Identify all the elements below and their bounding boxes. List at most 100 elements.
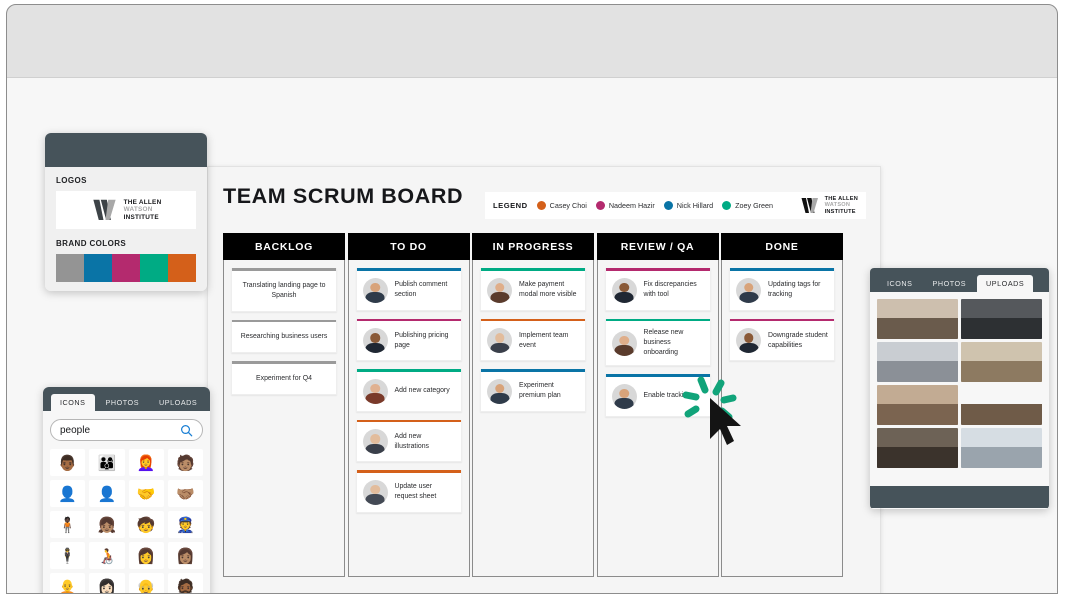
panel-title-bar[interactable] bbox=[45, 133, 207, 167]
icon-result[interactable]: 🧑‍🦽 bbox=[89, 542, 125, 569]
avatar bbox=[487, 277, 512, 303]
column-body[interactable]: Publish comment section Publishing pricin… bbox=[347, 260, 470, 577]
color-swatch[interactable] bbox=[84, 254, 112, 282]
task-card[interactable]: Update user request sheet bbox=[355, 470, 462, 513]
avatar bbox=[362, 429, 388, 455]
task-card[interactable]: Implement team event bbox=[480, 318, 586, 362]
avatar bbox=[611, 330, 637, 356]
icon-result[interactable]: 🧑🏽 bbox=[167, 449, 203, 476]
task-card[interactable]: Add new illustrations bbox=[355, 419, 462, 463]
icon-result[interactable]: 👤 bbox=[50, 480, 86, 507]
avatar bbox=[487, 378, 512, 404]
task-card[interactable]: Researching business users bbox=[231, 319, 337, 354]
icon-result[interactable]: 👧🏽 bbox=[89, 511, 125, 538]
avatar bbox=[362, 277, 388, 303]
column-header: DONE bbox=[721, 233, 843, 260]
legend-entry: Nick Hillard bbox=[663, 201, 713, 210]
upload-thumbnail[interactable] bbox=[961, 385, 1042, 425]
logo-asset-card[interactable]: THE ALLEN WATSON INSTITUTE bbox=[56, 191, 196, 229]
search-input-value: people bbox=[60, 424, 91, 436]
color-swatch[interactable] bbox=[56, 254, 84, 282]
panel-footer bbox=[870, 486, 1049, 508]
tab-uploads[interactable]: UPLOADS bbox=[150, 394, 206, 411]
icon-result[interactable]: 👨🏾 bbox=[50, 449, 86, 476]
icon-result[interactable]: 🧔🏾 bbox=[167, 573, 203, 593]
card-title: Experiment for Q4 bbox=[256, 374, 312, 382]
color-swatch[interactable] bbox=[140, 254, 168, 282]
card-title: Update user request sheet bbox=[394, 483, 437, 501]
search-input[interactable]: people bbox=[50, 419, 203, 441]
icon-result[interactable]: 🤝🏽 bbox=[167, 480, 203, 507]
icon-result[interactable]: 🧑‍🦲 bbox=[50, 573, 86, 593]
card-title: Implement team event bbox=[519, 331, 569, 349]
icon-result[interactable]: 🧒 bbox=[128, 511, 164, 538]
logo-line-3: INSTITUTE bbox=[824, 208, 856, 215]
tab-icons[interactable]: ICONS bbox=[51, 394, 95, 411]
upload-thumbnail[interactable] bbox=[877, 299, 958, 339]
icon-result[interactable]: 👤 bbox=[89, 480, 125, 507]
icon-result[interactable]: 🤝 bbox=[128, 480, 164, 507]
column-body[interactable]: Make payment modal more visible Implement… bbox=[472, 260, 594, 577]
upload-thumbnail[interactable] bbox=[877, 385, 958, 425]
task-card[interactable]: Fix discrepancies with tool bbox=[604, 268, 711, 311]
brand-colors-heading: BRAND COLORS bbox=[56, 239, 127, 248]
card-title: Translating landing page to Spanish bbox=[242, 281, 326, 299]
task-card[interactable]: Translating landing page to Spanish bbox=[231, 268, 337, 312]
icons-panel-tabs: ICONS PHOTOS UPLOADS bbox=[43, 387, 210, 411]
icon-result[interactable]: 🧍🏿 bbox=[50, 511, 86, 538]
legend-color-dot bbox=[595, 201, 605, 210]
column-body[interactable]: Translating landing page to Spanish Resea… bbox=[223, 260, 345, 577]
tab-icons[interactable]: ICONS bbox=[878, 275, 922, 292]
task-card[interactable]: Publishing pricing page bbox=[355, 318, 462, 362]
card-title: Publishing pricing page bbox=[394, 331, 449, 349]
logo-line-1: THE ALLEN bbox=[824, 195, 858, 202]
task-card[interactable]: Experiment for Q4 bbox=[231, 361, 337, 395]
tab-photos[interactable]: PHOTOS bbox=[924, 275, 976, 292]
card-title: Publish comment section bbox=[394, 281, 448, 299]
legend-color-dot bbox=[722, 201, 732, 210]
icon-result[interactable]: 👩‍🦰 bbox=[128, 449, 164, 476]
mouse-cursor bbox=[710, 398, 741, 445]
task-card[interactable]: Experiment premium plan bbox=[480, 369, 586, 412]
task-card[interactable]: Make payment modal more visible bbox=[480, 268, 586, 311]
page-title: TEAM SCRUM BOARD bbox=[223, 184, 464, 208]
logos-heading: LOGOS bbox=[56, 176, 87, 185]
scrum-board-panel: TEAM SCRUM BOARD LEGEND Casey Choi Nadeem… bbox=[207, 166, 881, 593]
card-title: Make payment modal more visible bbox=[519, 281, 577, 299]
task-card[interactable]: Downgrade student capabilities bbox=[729, 318, 835, 362]
logo-line-3: INSTITUTE bbox=[123, 213, 159, 221]
icon-results-grid: 👨🏾 👨‍👩‍👦 👩‍🦰 🧑🏽 👤 👤 🤝 🤝🏽 🧍🏿 👧🏽 🧒 👮 🕴 🧑‍🦽 👩 👩🏽 🧑‍🦲 👩🏻 👴 🧔🏾 bbox=[50, 449, 203, 593]
legend-entry: Casey Choi bbox=[536, 201, 587, 210]
task-card[interactable]: Add new category bbox=[355, 369, 462, 412]
upload-thumbnail[interactable] bbox=[961, 428, 1042, 468]
legend: LEGEND Casey Choi Nadeem Hazir Nick Hillar… bbox=[485, 192, 866, 219]
upload-thumbnail[interactable] bbox=[961, 299, 1042, 339]
board-logo: THE ALLEN WATSON INSTITUTE bbox=[800, 196, 858, 216]
task-card[interactable]: Publish comment section bbox=[355, 268, 462, 311]
avatar bbox=[362, 378, 388, 404]
search-icon[interactable] bbox=[180, 424, 193, 437]
icon-result[interactable]: 👴 bbox=[128, 573, 164, 593]
icon-result[interactable]: 👮 bbox=[167, 511, 203, 538]
upload-thumbnail[interactable] bbox=[877, 428, 958, 468]
column-header: TO DO bbox=[347, 233, 470, 260]
page-viewport: TEAM SCRUM BOARD LEGEND Casey Choi Nadeem… bbox=[7, 77, 1057, 593]
task-card[interactable]: Updating tags for tracking bbox=[729, 268, 835, 311]
avatar bbox=[362, 328, 388, 354]
board-column: IN PROGRESS Make payment modal more visib… bbox=[472, 233, 594, 577]
task-card[interactable]: Release new business onboarding bbox=[604, 318, 711, 367]
color-swatch[interactable] bbox=[112, 254, 140, 282]
upload-thumbnail[interactable] bbox=[961, 342, 1042, 382]
upload-thumbnail[interactable] bbox=[877, 342, 958, 382]
color-swatch[interactable] bbox=[168, 254, 196, 282]
icon-result[interactable]: 👩 bbox=[128, 542, 164, 569]
icon-result[interactable]: 👩🏽 bbox=[167, 542, 203, 569]
uploads-panel-tabs: ICONS PHOTOS UPLOADS bbox=[870, 268, 1049, 292]
icon-result[interactable]: 👨‍👩‍👦 bbox=[89, 449, 125, 476]
legend-member-name: Nadeem Hazir bbox=[608, 201, 655, 210]
icon-result[interactable]: 👩🏻 bbox=[89, 573, 125, 593]
tab-photos[interactable]: PHOTOS bbox=[97, 394, 149, 411]
icon-result[interactable]: 🕴 bbox=[50, 542, 86, 569]
tab-uploads[interactable]: UPLOADS bbox=[977, 275, 1034, 292]
uploads-library-panel: ICONS PHOTOS UPLOADS bbox=[870, 268, 1049, 509]
